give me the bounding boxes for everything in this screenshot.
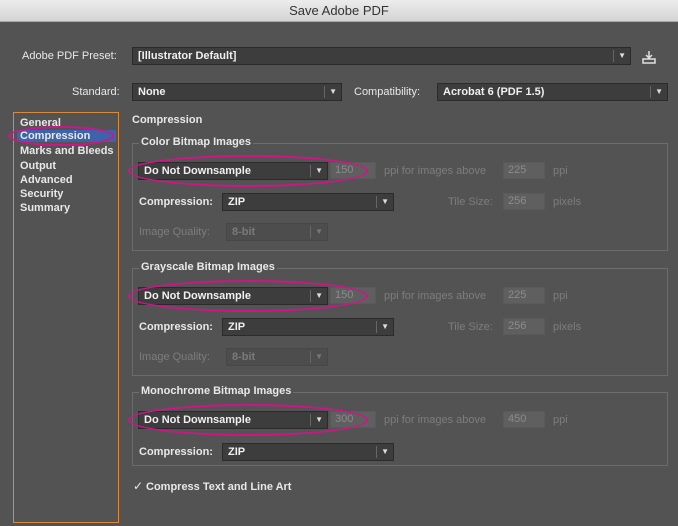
- compatibility-label: Compatibility:: [354, 86, 421, 98]
- checkmark-icon: ✓: [133, 479, 144, 493]
- group-title: Monochrome Bitmap Images: [139, 385, 294, 397]
- sidebar-item-general[interactable]: General: [20, 117, 61, 129]
- color-tile-field[interactable]: 256: [503, 193, 545, 210]
- monochrome-ppi-unit: ppi: [553, 414, 568, 426]
- sidebar-item-advanced[interactable]: Advanced: [20, 174, 73, 186]
- monochrome-ppi-field[interactable]: 300: [330, 411, 376, 428]
- group-title: Grayscale Bitmap Images: [139, 261, 277, 273]
- grayscale-ppi-unit: ppi: [553, 290, 568, 302]
- grayscale-compression-value: ZIP: [228, 321, 246, 333]
- standard-label: Standard:: [72, 86, 120, 98]
- grayscale-tile-label: Tile Size:: [448, 321, 493, 333]
- grayscale-compression-dropdown[interactable]: ZIP ▼: [222, 318, 394, 336]
- grayscale-quality-value: 8-bit: [232, 351, 256, 363]
- monochrome-downsample-dropdown[interactable]: Do Not Downsample ▼: [138, 411, 328, 429]
- chevron-down-icon: ▼: [618, 51, 626, 60]
- color-quality-label: Image Quality:: [139, 226, 210, 238]
- chevron-down-icon: ▼: [381, 447, 389, 456]
- monochrome-compression-label: Compression:: [139, 446, 213, 458]
- grayscale-downsample-dropdown[interactable]: Do Not Downsample ▼: [138, 287, 328, 305]
- grayscale-ppi-label: ppi for images above: [384, 290, 487, 302]
- monochrome-compression-dropdown[interactable]: ZIP ▼: [222, 443, 394, 461]
- chevron-down-icon: ▼: [315, 166, 323, 175]
- color-compression-label: Compression:: [139, 196, 213, 208]
- chevron-down-icon: ▼: [655, 87, 663, 96]
- chevron-down-icon: ▼: [381, 322, 389, 331]
- color-tile-unit: pixels: [553, 196, 582, 208]
- monochrome-downsample-value: Do Not Downsample: [144, 414, 251, 426]
- sidebar-item-marks-and-bleeds[interactable]: Marks and Bleeds: [20, 145, 114, 157]
- monochrome-compression-value: ZIP: [228, 446, 246, 458]
- preset-value: [Illustrator Default]: [138, 50, 237, 62]
- color-compression-value: ZIP: [228, 196, 246, 208]
- color-above-field[interactable]: 225: [503, 162, 545, 179]
- standard-value: None: [138, 86, 166, 98]
- color-tile-label: Tile Size:: [448, 196, 493, 208]
- color-ppi-unit: ppi: [553, 165, 568, 177]
- color-compression-dropdown[interactable]: ZIP ▼: [222, 193, 394, 211]
- compatibility-value: Acrobat 6 (PDF 1.5): [443, 86, 545, 98]
- color-ppi-field[interactable]: 150: [330, 162, 376, 179]
- sidebar-item-summary[interactable]: Summary: [20, 202, 70, 214]
- grayscale-above-field[interactable]: 225: [503, 287, 545, 304]
- sidebar-item-compression[interactable]: Compression: [17, 130, 116, 142]
- chevron-down-icon: ▼: [315, 227, 323, 236]
- chevron-down-icon: ▼: [315, 415, 323, 424]
- color-quality-value: 8-bit: [232, 226, 256, 238]
- color-ppi-label: ppi for images above: [384, 165, 487, 177]
- sidebar-item-security[interactable]: Security: [20, 188, 63, 200]
- grayscale-quality-label: Image Quality:: [139, 351, 210, 363]
- chevron-down-icon: ▼: [381, 197, 389, 206]
- compatibility-dropdown[interactable]: Acrobat 6 (PDF 1.5) ▼: [437, 83, 668, 101]
- compress-text-checkbox[interactable]: ✓: [133, 480, 145, 492]
- chevron-down-icon: ▼: [329, 87, 337, 96]
- chevron-down-icon: ▼: [315, 352, 323, 361]
- window-title: Save Adobe PDF: [0, 0, 678, 22]
- color-downsample-value: Do Not Downsample: [144, 165, 251, 177]
- sidebar: General Compression Marks and Bleeds Out…: [13, 112, 119, 523]
- color-downsample-dropdown[interactable]: Do Not Downsample ▼: [138, 162, 328, 180]
- chevron-down-icon: ▼: [315, 291, 323, 300]
- group-title: Color Bitmap Images: [139, 136, 254, 148]
- compress-text-label: Compress Text and Line Art: [146, 481, 292, 493]
- panel-title: Compression: [132, 114, 203, 126]
- standard-dropdown[interactable]: None ▼: [132, 83, 342, 101]
- save-preset-icon[interactable]: [641, 49, 657, 65]
- preset-dropdown[interactable]: [Illustrator Default] ▼: [132, 47, 631, 65]
- grayscale-tile-unit: pixels: [553, 321, 582, 333]
- monochrome-ppi-label: ppi for images above: [384, 414, 487, 426]
- grayscale-downsample-value: Do Not Downsample: [144, 290, 251, 302]
- grayscale-compression-label: Compression:: [139, 321, 213, 333]
- preset-label: Adobe PDF Preset:: [22, 50, 117, 62]
- sidebar-item-output[interactable]: Output: [20, 160, 56, 172]
- grayscale-ppi-field[interactable]: 150: [330, 287, 376, 304]
- grayscale-tile-field[interactable]: 256: [503, 318, 545, 335]
- color-quality-dropdown[interactable]: 8-bit ▼: [226, 223, 328, 241]
- monochrome-above-field[interactable]: 450: [503, 411, 545, 428]
- grayscale-quality-dropdown[interactable]: 8-bit ▼: [226, 348, 328, 366]
